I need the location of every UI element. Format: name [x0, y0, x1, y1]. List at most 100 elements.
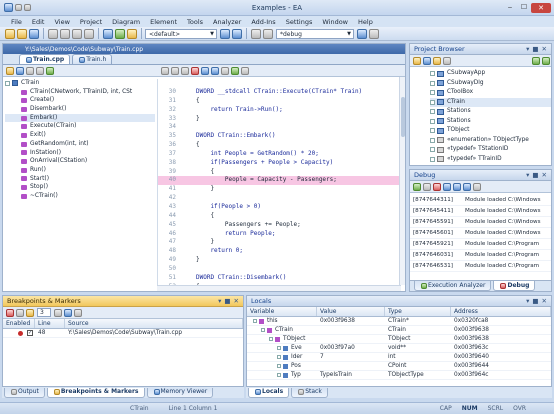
pin-icon[interactable]: ▾ — [218, 297, 221, 305]
move-up-icon[interactable] — [532, 56, 540, 65]
debug-row[interactable]: [8747644311] Module loaded C:\Windows — [410, 195, 551, 206]
cut-icon[interactable] — [48, 28, 58, 39]
new-element-icon[interactable] — [433, 56, 441, 65]
column-address[interactable]: Address — [451, 307, 551, 316]
expand-box-icon[interactable] — [430, 80, 435, 86]
close-button[interactable]: ✕ — [531, 2, 551, 13]
debug-run-icon[interactable] — [413, 182, 421, 191]
locals-row[interactable]: Typ TypeIsTrain TObjectType 0x003f964c — [247, 371, 551, 380]
expand-box-icon[interactable] — [277, 373, 281, 377]
copy-icon[interactable] — [60, 28, 70, 39]
breakpoint-options-icon[interactable] — [54, 308, 62, 317]
code-line[interactable]: 43 if(People > 0) — [158, 203, 401, 212]
menu-help[interactable]: Help — [353, 18, 378, 26]
class-member[interactable]: ~CTrain() — [5, 192, 155, 201]
class-member[interactable]: GetRandom(int, int) — [5, 140, 155, 149]
class-member[interactable]: OnArrival(CStation) — [5, 157, 155, 166]
filter-icon[interactable] — [16, 66, 24, 75]
scrollbar-thumb[interactable] — [401, 97, 405, 137]
locals-row[interactable]: Ider 7 int 0x003f9640 — [247, 353, 551, 362]
project-browser-item[interactable]: Stations — [430, 107, 551, 117]
debug-options-icon[interactable] — [473, 182, 481, 191]
goto-icon[interactable] — [211, 66, 219, 75]
find-code-icon[interactable] — [201, 66, 209, 75]
open-icon[interactable] — [17, 28, 27, 39]
expand-box-icon[interactable] — [430, 109, 435, 115]
horizontal-scrollbar[interactable] — [157, 285, 401, 291]
code-line[interactable]: 44 { — [158, 212, 401, 221]
browser-search-icon[interactable] — [443, 56, 451, 65]
class-member[interactable]: Exit() — [5, 131, 155, 140]
class-member[interactable]: Embark() — [5, 113, 155, 123]
synchronize-icon[interactable] — [231, 66, 239, 75]
expand-box-icon[interactable] — [277, 364, 281, 368]
code-line[interactable]: 48 return 0; — [158, 247, 401, 256]
tab-stack[interactable]: Stack — [291, 387, 328, 398]
code-line[interactable]: 36 { — [158, 141, 401, 150]
code-line[interactable]: 38 if(Passengers + People > Capacity) — [158, 159, 401, 168]
disable-breakpoint-icon[interactable] — [16, 308, 24, 317]
new-package-icon[interactable] — [413, 56, 421, 65]
settings-icon[interactable] — [369, 28, 379, 39]
class-member[interactable]: Disembark() — [5, 105, 155, 114]
options-icon[interactable] — [241, 66, 249, 75]
step-out-icon[interactable] — [463, 182, 471, 191]
menu-element[interactable]: Element — [145, 18, 182, 26]
project-browser-item[interactable]: Stations — [430, 117, 551, 127]
expand-icon[interactable] — [36, 66, 44, 75]
project-browser-item[interactable]: CToolBox — [430, 88, 551, 98]
tab-memory-viewer[interactable]: Memory Viewer — [146, 387, 214, 398]
column-enabled[interactable]: Enabled — [3, 319, 35, 328]
column-line[interactable]: Line — [35, 319, 65, 328]
minimize-button[interactable]: ‒ — [503, 3, 517, 13]
close-panel-icon[interactable]: ✕ — [542, 297, 547, 305]
format-icon[interactable] — [221, 66, 229, 75]
debug-pause-icon[interactable] — [423, 182, 431, 191]
class-member[interactable]: InStation() — [5, 149, 155, 158]
code-line[interactable]: 50 — [158, 265, 401, 274]
debug-row[interactable]: [8747645411] Module loaded C:\Windows — [410, 206, 551, 217]
tab-output[interactable]: Output — [4, 387, 45, 398]
code-line[interactable]: 34 — [158, 123, 401, 132]
expand-box-icon[interactable] — [430, 147, 435, 153]
dock-icon[interactable]: ■ — [532, 45, 538, 53]
class-member[interactable]: Start() — [5, 175, 155, 184]
dock-icon[interactable]: ■ — [224, 297, 230, 305]
code-line[interactable]: 40 People = Capacity - Passengers; — [158, 176, 401, 186]
code-line[interactable]: 45 Passengers += People; — [158, 221, 401, 230]
delete-icon[interactable] — [84, 28, 94, 39]
run-icon[interactable] — [357, 28, 367, 39]
expand-box-icon[interactable] — [261, 328, 265, 332]
pin-icon[interactable]: ▾ — [526, 171, 529, 179]
breakpoint-filter-icon[interactable] — [64, 308, 72, 317]
code-line[interactable]: 35 DWORD CTrain::Embark() — [158, 132, 401, 141]
column-source[interactable]: Source — [65, 319, 243, 328]
breakpoint-export-icon[interactable] — [74, 308, 82, 317]
menu-addins[interactable]: Add-Ins — [246, 18, 280, 26]
find-icon[interactable] — [103, 28, 113, 39]
column-variable[interactable]: Variable — [247, 307, 317, 316]
tab-debug[interactable]: Debug — [493, 281, 536, 291]
expand-box-icon[interactable] — [430, 156, 435, 162]
column-type[interactable]: Type — [385, 307, 451, 316]
bookmark-icon[interactable] — [191, 66, 199, 75]
build-icon[interactable] — [263, 28, 273, 39]
class-member[interactable]: Create() — [5, 96, 155, 105]
project-browser-item[interactable]: CSubwayApp — [430, 69, 551, 79]
code-line[interactable]: 42 — [158, 194, 401, 203]
debug-row[interactable]: [8747646031] Module loaded C:\Program — [410, 250, 551, 261]
sync-icon[interactable] — [46, 66, 54, 75]
tab-breakpoints[interactable]: Breakpoints & Markers — [46, 387, 145, 398]
delete-breakpoint-icon[interactable] — [6, 308, 14, 317]
close-panel-icon[interactable]: ✕ — [542, 45, 547, 53]
class-member[interactable]: Run() — [5, 166, 155, 175]
collapse-icon[interactable] — [26, 66, 34, 75]
project-browser-item[interactable]: TObject — [430, 126, 551, 136]
code-line[interactable]: 33} — [158, 115, 401, 124]
debug-row[interactable]: [8747645921] Module loaded C:\Program — [410, 239, 551, 250]
menu-file[interactable]: File — [6, 18, 27, 26]
class-tree-root[interactable]: CTrain — [5, 79, 155, 88]
vertical-scrollbar[interactable] — [399, 77, 405, 285]
expand-box-icon[interactable] — [253, 319, 257, 323]
locals-row[interactable]: Pos CPoint 0x003f9644 — [247, 362, 551, 371]
